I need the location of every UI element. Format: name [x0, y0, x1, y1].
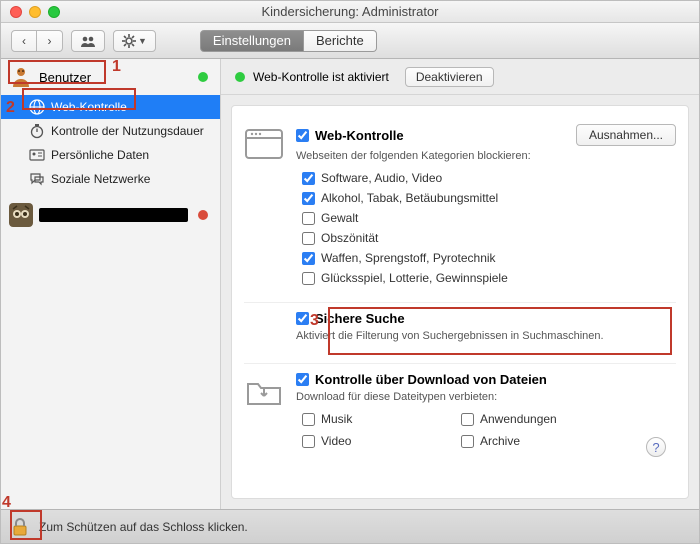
block-category-checkbox[interactable]	[302, 272, 315, 285]
window-title: Kindersicherung: Administrator	[1, 4, 699, 19]
status-dot-active	[235, 72, 245, 82]
filetype-checkbox[interactable]	[461, 413, 474, 426]
section-subtitle: Webseiten der folgenden Kategorien block…	[296, 150, 676, 162]
section-safe-search: Sichere Suche Aktiviert die Filterung vo…	[244, 303, 676, 364]
checkbox-label: Obszönität	[321, 231, 378, 245]
safe-search-toggle[interactable]	[296, 312, 309, 325]
browser-icon	[244, 126, 284, 162]
sidebar-item-personal-data[interactable]: Persönliche Daten	[1, 143, 220, 167]
minimize-icon[interactable]	[29, 6, 41, 18]
section-web-control: Web-Kontrolle Ausnahmen... Webseiten der…	[244, 116, 676, 303]
lock-icon[interactable]	[9, 516, 31, 538]
section-title: Web-Kontrolle	[315, 128, 404, 143]
idcard-icon	[29, 147, 45, 163]
avatar	[9, 203, 33, 227]
close-icon[interactable]	[10, 6, 22, 18]
checkbox-label: Glücksspiel, Lotterie, Gewinnspiele	[321, 271, 508, 285]
section-subtitle: Download für diese Dateitypen verbieten:	[296, 391, 676, 403]
exceptions-button[interactable]: Ausnahmen...	[576, 124, 676, 146]
block-category-checkbox[interactable]	[302, 172, 315, 185]
redacted-name	[39, 208, 188, 222]
status-dot-active	[198, 72, 208, 82]
section-subtitle: Aktiviert die Filterung von Suchergebnis…	[296, 330, 676, 342]
sidebar-item-web-control[interactable]: Web-Kontrolle	[1, 95, 220, 119]
section-download-control: Kontrolle über Download von Dateien Down…	[244, 364, 676, 465]
deactivate-button[interactable]: Deaktivieren	[405, 67, 494, 87]
status-text: Web-Kontrolle ist aktiviert	[253, 70, 389, 84]
section-title: Kontrolle über Download von Dateien	[315, 372, 547, 387]
person-icon	[9, 65, 33, 89]
gear-icon	[122, 34, 136, 48]
sidebar-item-label: Kontrolle der Nutzungsdauer	[51, 124, 204, 138]
sidebar-item-label: Web-Kontrolle	[51, 100, 127, 114]
section-title: Sichere Suche	[315, 311, 405, 326]
sidebar-item-usage-time[interactable]: Kontrolle der Nutzungsdauer	[1, 119, 220, 143]
chat-icon	[29, 171, 45, 187]
tab-settings[interactable]: Einstellungen	[200, 30, 304, 52]
tab-reports[interactable]: Berichte	[304, 30, 377, 52]
block-category-checkbox[interactable]	[302, 192, 315, 205]
sidebar-user[interactable]: Benutzer	[1, 59, 220, 95]
nav-forward-button[interactable]: ›	[37, 30, 63, 52]
chevron-down-icon: ▼	[138, 36, 147, 46]
users-icon	[80, 35, 96, 47]
help-button[interactable]: ?	[646, 437, 666, 457]
checkbox-label: Musik	[321, 412, 352, 426]
download-control-toggle[interactable]	[296, 373, 309, 386]
checkbox-label: Waffen, Sprengstoff, Pyrotechnik	[321, 251, 496, 265]
block-category-checkbox[interactable]	[302, 252, 315, 265]
sidebar-item-social-networks[interactable]: Soziale Netzwerke	[1, 167, 220, 191]
users-button[interactable]	[71, 30, 105, 52]
maximize-icon[interactable]	[48, 6, 60, 18]
filetype-checkbox[interactable]	[302, 413, 315, 426]
checkbox-label: Anwendungen	[480, 412, 557, 426]
checkbox-label: Software, Audio, Video	[321, 171, 442, 185]
sidebar-user-name: Benutzer	[39, 70, 91, 85]
sidebar-item-label: Soziale Netzwerke	[51, 172, 150, 186]
sidebar-item-label: Persönliche Daten	[51, 148, 149, 162]
nav-back-button[interactable]: ‹	[11, 30, 37, 52]
owl-icon	[11, 205, 31, 225]
checkbox-label: Archive	[480, 434, 520, 448]
globe-icon	[29, 99, 45, 115]
filetype-checkbox[interactable]	[461, 435, 474, 448]
filetype-checkbox[interactable]	[302, 435, 315, 448]
settings-button[interactable]: ▼	[113, 30, 156, 52]
checkbox-label: Alkohol, Tabak, Betäubungsmittel	[321, 191, 498, 205]
stopwatch-icon	[29, 123, 45, 139]
web-control-toggle[interactable]	[296, 129, 309, 142]
block-category-checkbox[interactable]	[302, 232, 315, 245]
checkbox-label: Gewalt	[321, 211, 358, 225]
checkbox-label: Video	[321, 434, 351, 448]
download-folder-icon	[244, 374, 284, 410]
lock-hint: Zum Schützen auf das Schloss klicken.	[39, 520, 248, 534]
block-category-checkbox[interactable]	[302, 212, 315, 225]
status-dot-inactive	[198, 210, 208, 220]
sidebar-user-2[interactable]	[1, 197, 220, 233]
